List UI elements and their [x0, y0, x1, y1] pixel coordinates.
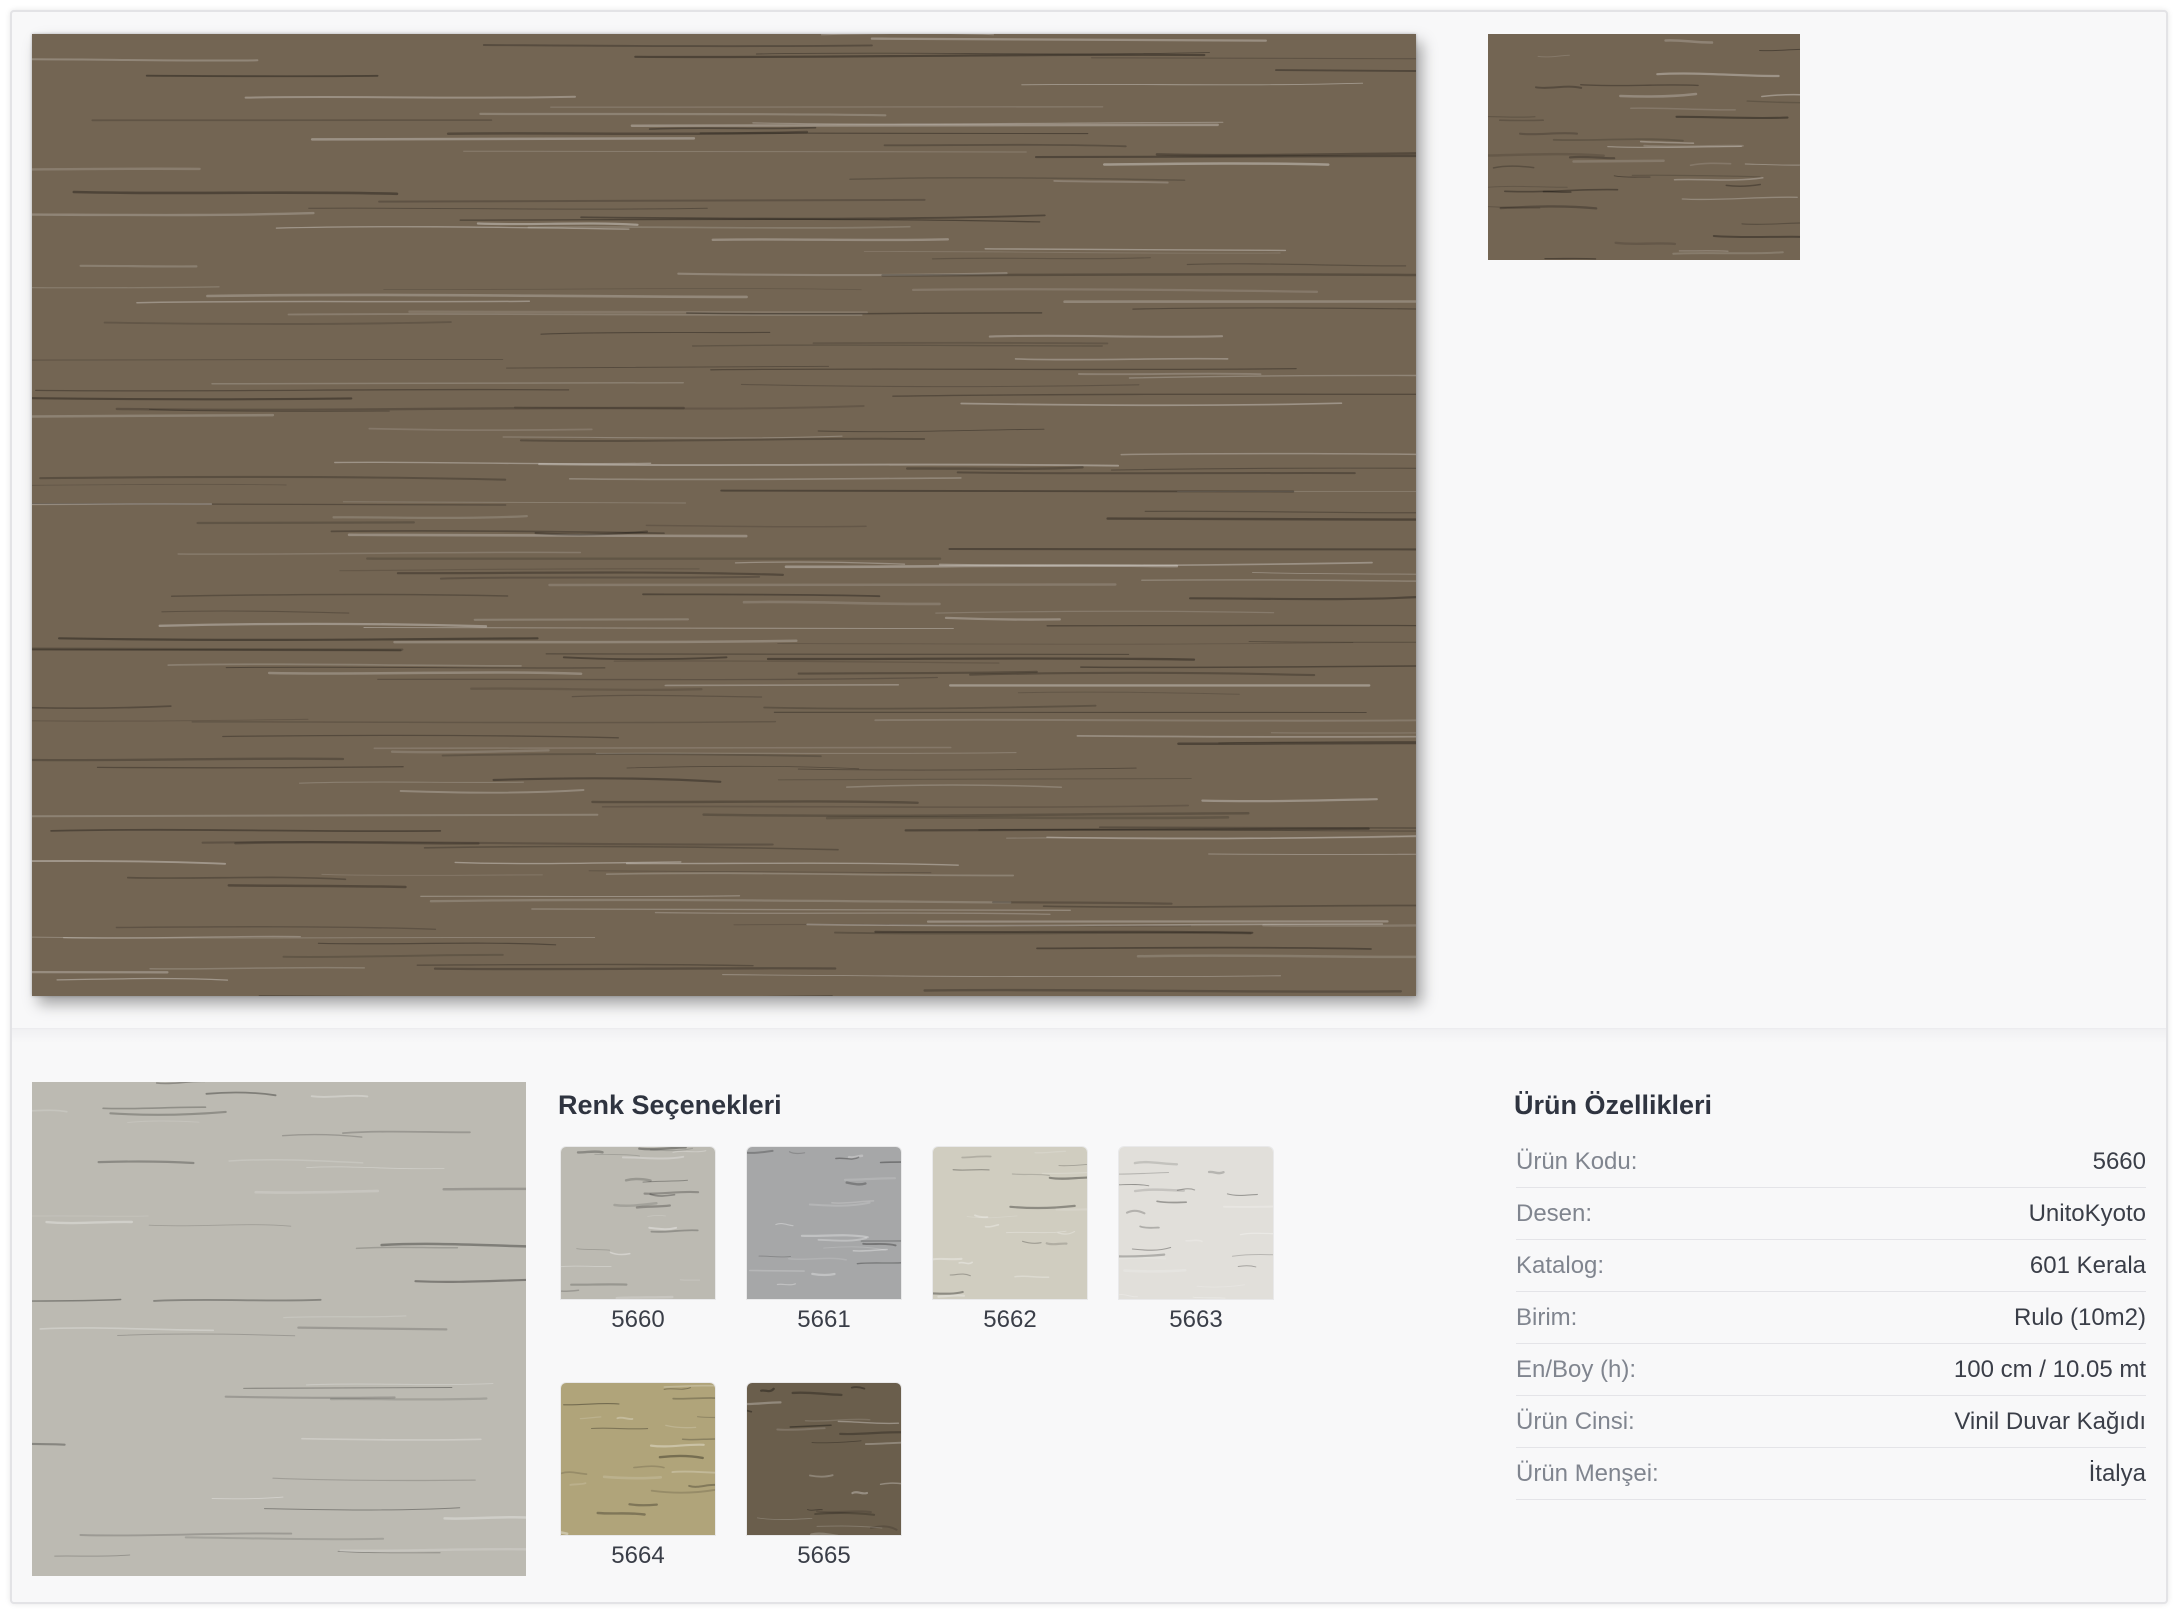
section-divider — [12, 1028, 2166, 1043]
swatch-chip[interactable] — [560, 1382, 716, 1536]
spec-row-pattern: Desen: UnitoKyoto — [1516, 1188, 2146, 1240]
spec-key: Ürün Kodu: — [1516, 1147, 1638, 1175]
spec-row-product-code: Ürün Kodu: 5660 — [1516, 1136, 2146, 1188]
swatch-5663[interactable]: 5663 — [1118, 1146, 1274, 1334]
spec-value: İtalya — [2088, 1459, 2146, 1487]
color-options-title: Renk Seçenekleri — [558, 1090, 782, 1120]
product-detail-card: Renk Seçenekleri 5660 5661 5662 5663 566… — [10, 10, 2168, 1604]
spec-value: UnitoKyoto — [2028, 1199, 2146, 1227]
swatch-5662[interactable]: 5662 — [932, 1146, 1088, 1334]
swatch-code: 5661 — [797, 1306, 851, 1333]
swatch-5664[interactable]: 5664 — [560, 1382, 716, 1570]
spec-row-unit: Birim: Rulo (10m2) — [1516, 1292, 2146, 1344]
swatch-chip[interactable] — [932, 1146, 1088, 1300]
product-thumbnail[interactable] — [1488, 34, 1800, 260]
spec-row-catalog: Katalog: 601 Kerala — [1516, 1240, 2146, 1292]
spec-row-origin: Ürün Menşei: İtalya — [1516, 1448, 2146, 1500]
swatch-5665[interactable]: 5665 — [746, 1382, 902, 1570]
swatch-chip[interactable] — [746, 1146, 902, 1300]
spec-key: En/Boy (h): — [1516, 1355, 1637, 1383]
product-specs-table: Ürün Kodu: 5660 Desen: UnitoKyoto Katalo… — [1516, 1136, 2146, 1500]
swatch-code: 5662 — [983, 1306, 1037, 1333]
swatch-5660[interactable]: 5660 — [560, 1146, 716, 1334]
swatch-chip[interactable] — [1118, 1146, 1274, 1300]
swatch-code: 5665 — [797, 1542, 851, 1569]
swatch-code: 5660 — [611, 1306, 665, 1333]
spec-value: 601 Kerala — [2029, 1251, 2146, 1279]
spec-row-dimensions: En/Boy (h): 100 cm / 10.05 mt — [1516, 1344, 2146, 1396]
spec-value: 100 cm / 10.05 mt — [1953, 1355, 2146, 1383]
swatch-code: 5663 — [1169, 1306, 1223, 1333]
main-product-image[interactable] — [32, 34, 1416, 996]
spec-row-type: Ürün Cinsi: Vinil Duvar Kağıdı — [1516, 1396, 2146, 1448]
product-specs-title: Ürün Özellikleri — [1514, 1090, 1713, 1120]
spec-key: Desen: — [1516, 1199, 1593, 1227]
swatch-code: 5664 — [611, 1542, 665, 1569]
spec-value: Vinil Duvar Kağıdı — [1954, 1407, 2146, 1435]
spec-key: Birim: — [1516, 1303, 1578, 1331]
color-preview-image — [32, 1082, 526, 1576]
spec-key: Katalog: — [1516, 1251, 1605, 1279]
swatch-chip[interactable] — [560, 1146, 716, 1300]
spec-value: 5660 — [2092, 1147, 2146, 1175]
spec-value: Rulo (10m2) — [2013, 1303, 2146, 1331]
spec-key: Ürün Menşei: — [1516, 1459, 1659, 1487]
spec-key: Ürün Cinsi: — [1516, 1407, 1635, 1435]
swatch-5661[interactable]: 5661 — [746, 1146, 902, 1334]
swatch-chip[interactable] — [746, 1382, 902, 1536]
